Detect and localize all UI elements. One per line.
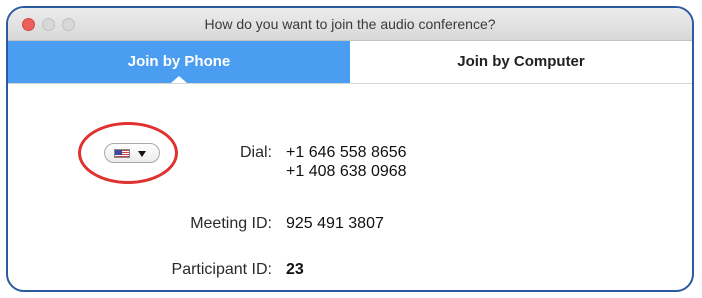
dial-label: Dial: [239, 144, 272, 161]
tab-join-by-phone[interactable]: Join by Phone [8, 41, 350, 83]
window-title: How do you want to join the audio confer… [204, 16, 496, 32]
participant-id-value: 23 [286, 261, 304, 278]
participant-id-label: Participant ID: [171, 261, 272, 278]
tab-label: Join by Computer [457, 53, 585, 70]
dial-number: +1 646 558 8656 [286, 144, 407, 161]
meeting-id-label: Meeting ID: [190, 215, 272, 232]
tab-label: Join by Phone [127, 53, 231, 70]
phone-join-panel: Dial: +1 646 558 8656 +1 408 638 0968 Me… [8, 84, 692, 290]
title-bar: How do you want to join the audio confer… [8, 8, 692, 41]
active-tab-pointer-icon [171, 76, 187, 83]
tab-join-by-computer[interactable]: Join by Computer [350, 41, 692, 83]
meeting-id-value: 925 491 3807 [286, 215, 384, 232]
us-flag-icon [114, 149, 130, 158]
dial-number: +1 408 638 0968 [286, 163, 407, 180]
join-method-tabs: Join by Phone Join by Computer [8, 41, 692, 84]
dialog-window: How do you want to join the audio confer… [6, 6, 694, 292]
